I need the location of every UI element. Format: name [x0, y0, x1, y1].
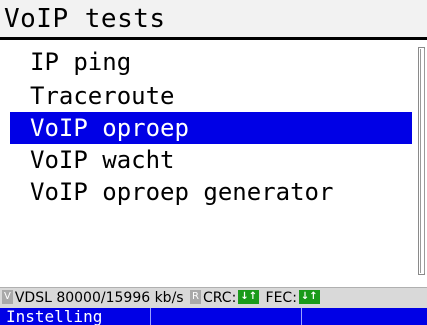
- menu-item-voip-oproep-generator[interactable]: VoIP oproep generator: [0, 176, 412, 208]
- crc-label: CRC:: [203, 290, 237, 306]
- softkey-instelling[interactable]: Instelling: [0, 308, 151, 325]
- page-title: VoIP tests: [4, 4, 166, 34]
- menu-item-label: VoIP oproep: [30, 114, 189, 142]
- softkey-label: Instelling: [6, 308, 103, 325]
- fec-updown-icon: ↓↑: [298, 290, 320, 304]
- menu-item-traceroute[interactable]: Traceroute: [0, 80, 412, 112]
- scrollbar-thumb[interactable]: [420, 49, 425, 273]
- status-bar: V VDSL 80000/15996 kb/s R CRC: ↓↑ FEC: ↓↑: [0, 287, 427, 309]
- menu-item-label: VoIP oproep generator: [30, 178, 334, 206]
- menu-item-label: IP ping: [30, 48, 132, 76]
- menu-item-label: VoIP wacht: [30, 146, 175, 174]
- fec-label: FEC:: [265, 290, 297, 306]
- crc-updown-icon: ↓↑: [238, 290, 260, 304]
- menu-item-label: Traceroute: [30, 82, 175, 110]
- link-rate-text: VDSL 80000/15996 kb/s: [14, 290, 184, 306]
- softkey-2[interactable]: [151, 308, 302, 325]
- menu-item-voip-wacht[interactable]: VoIP wacht: [0, 144, 412, 176]
- softkey-3[interactable]: [302, 308, 427, 325]
- mode-badge: V: [2, 290, 13, 304]
- menu-scrollbar[interactable]: [418, 47, 425, 275]
- menu-item-ip-ping[interactable]: IP ping: [0, 46, 412, 78]
- title-bar: VoIP tests: [0, 0, 427, 40]
- r-badge: R: [190, 290, 201, 304]
- softkey-bar: Instelling: [0, 308, 427, 325]
- voip-tests-screen: VoIP tests IP ping Traceroute VoIP oproe…: [0, 0, 427, 325]
- menu-item-voip-oproep[interactable]: VoIP oproep: [10, 112, 412, 144]
